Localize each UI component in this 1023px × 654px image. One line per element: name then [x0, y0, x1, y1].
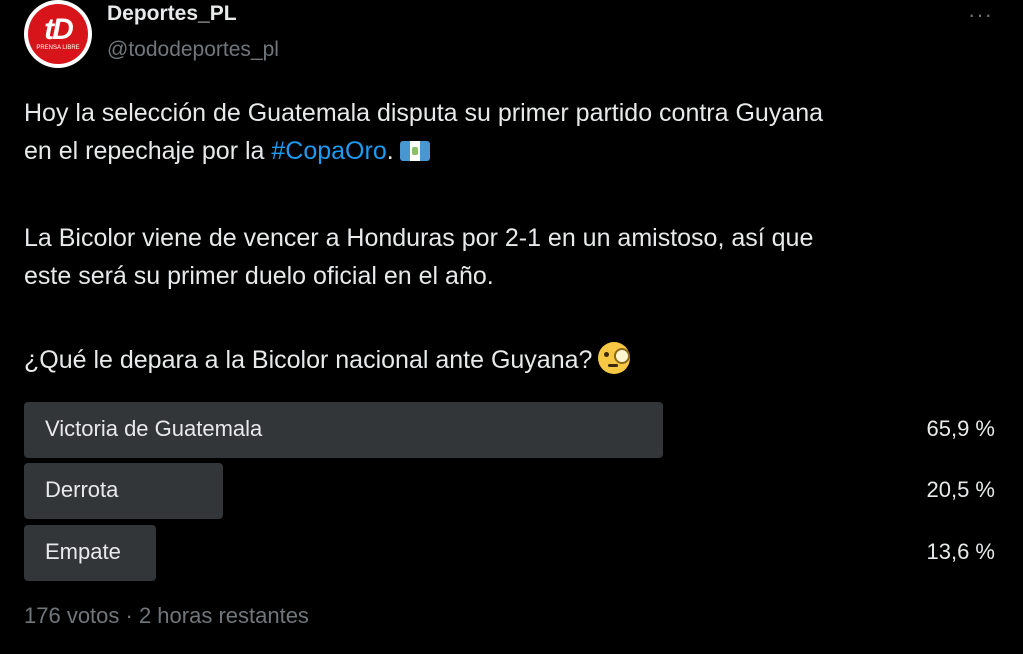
poll-option-percent: 13,6 %: [926, 539, 996, 564]
tweet-line-1: Hoy la selección de Guatemala disputa su…: [24, 99, 824, 127]
poll-option-percent: 65,9 %: [926, 416, 996, 441]
hashtag-link[interactable]: #CopaOro: [271, 137, 386, 165]
tweet-paragraph-2: La Bicolor viene de vencer a Honduras po…: [24, 219, 999, 295]
avatar-logo-subtext: PRENSA LIBRE: [36, 45, 80, 51]
poll-option: Derrota 20,5 %: [24, 463, 999, 519]
face-with-monocle-icon: [598, 342, 631, 374]
poll-option: Victoria de Guatemala 65,9 %: [24, 402, 999, 458]
guatemala-flag-icon: [399, 141, 430, 161]
avatar[interactable]: tD PRENSA LIBRE: [24, 0, 92, 68]
more-options-icon[interactable]: ···: [968, 2, 993, 28]
tweet-paragraph-3: ¿Qué le depara a la Bicolor nacional ant…: [24, 341, 999, 379]
poll-option-label: Empate: [45, 539, 121, 564]
tweet-line-2-prefix: en el repechaje por la: [24, 137, 272, 165]
poll-option-percent: 20,5 %: [926, 477, 996, 502]
avatar-logo: tD PRENSA LIBRE: [28, 4, 88, 64]
avatar-logo-text: tD: [44, 13, 74, 46]
tweet-line-2-suffix: .: [386, 137, 394, 165]
tweet-line-3: La Bicolor viene de vencer a Honduras po…: [24, 224, 814, 252]
tweet-paragraph-1: Hoy la selección de Guatemala disputa su…: [24, 94, 999, 170]
display-name[interactable]: Deportes_PL: [107, 2, 237, 26]
poll-footer: 176 votos · 2 horas restantes: [24, 603, 309, 628]
poll-option: Empate 13,6 %: [24, 525, 999, 581]
poll-option-label: Derrota: [45, 477, 119, 502]
poll-option-label: Victoria de Guatemala: [45, 416, 263, 441]
tweet-line-5: ¿Qué le depara a la Bicolor nacional ant…: [24, 346, 593, 374]
tweet-line-2: en el repechaje por la #CopaOro.: [24, 132, 999, 170]
tweet-line-4: este será su primer duelo oficial en el …: [24, 262, 494, 290]
user-handle[interactable]: @tododeportes_pl: [107, 38, 279, 62]
